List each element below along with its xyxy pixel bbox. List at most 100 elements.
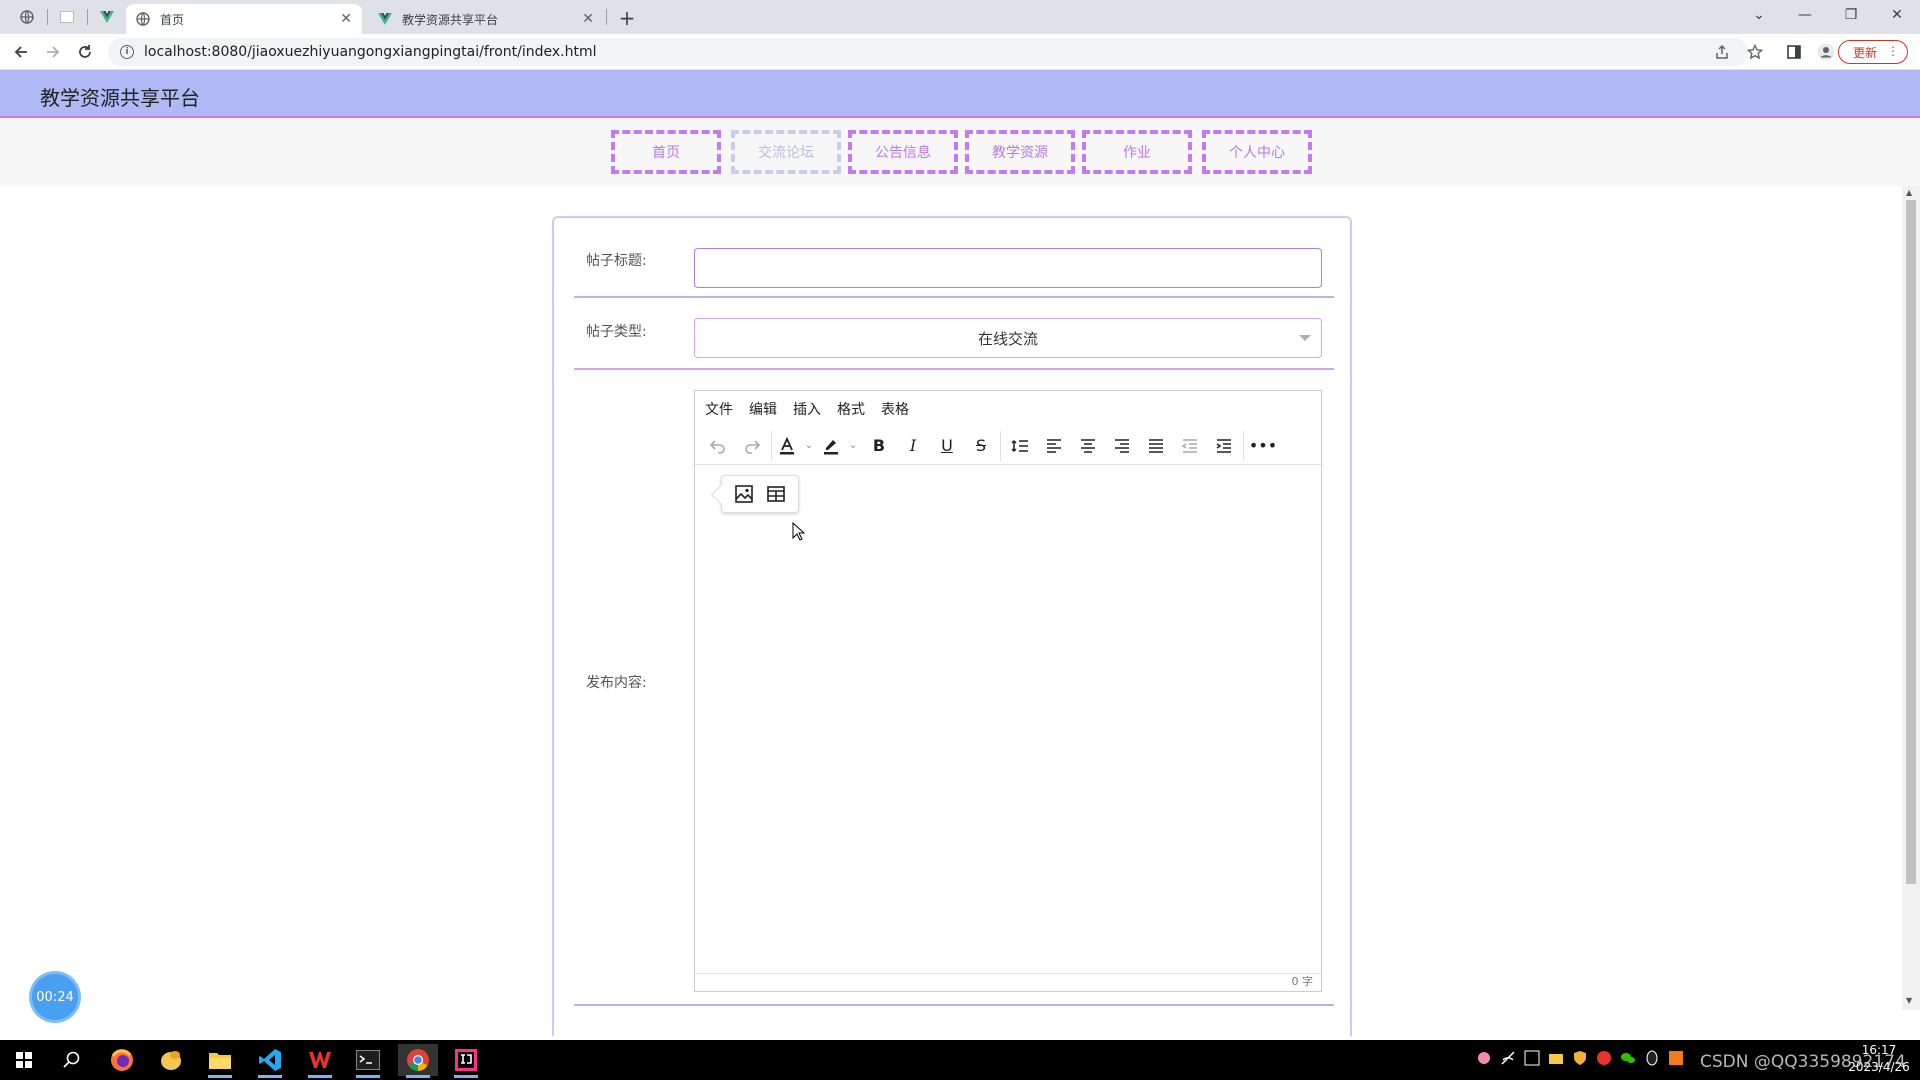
url-text: localhost:8080/jiaoxuezhiyuangongxiangpi… <box>144 44 597 60</box>
highlight-color-button[interactable] <box>818 431 844 461</box>
blank-page-icon <box>60 11 74 23</box>
chrome-icon <box>407 1049 429 1071</box>
tray-wechat-icon[interactable] <box>1620 1050 1636 1066</box>
type-select-value: 在线交流 <box>977 329 1038 348</box>
back-button[interactable] <box>8 39 34 65</box>
close-icon[interactable]: ✕ <box>340 11 352 27</box>
underline-button[interactable]: U <box>930 431 964 461</box>
bookmark-star-icon[interactable] <box>1745 42 1765 62</box>
quick-insert-popup <box>721 475 799 513</box>
nav-item-home[interactable]: 首页 <box>611 130 721 174</box>
scroll-down-icon[interactable]: ▼ <box>1906 996 1912 1005</box>
taskbar-file-explorer[interactable] <box>200 1044 240 1078</box>
line-height-button[interactable] <box>1003 431 1037 461</box>
tab-search-button[interactable]: ⌄ <box>1736 0 1782 30</box>
italic-button[interactable]: I <box>896 431 930 461</box>
title-input[interactable] <box>694 248 1322 288</box>
side-panel-icon[interactable] <box>1784 42 1804 62</box>
nav-item-announcements[interactable]: 公告信息 <box>848 130 958 174</box>
restore-button[interactable]: ❐ <box>1828 0 1874 30</box>
menu-format[interactable]: 格式 <box>837 399 865 419</box>
tray-flower-icon[interactable] <box>1476 1050 1492 1066</box>
taskbar-wps[interactable] <box>300 1044 340 1078</box>
chevron-down-icon[interactable]: ⌄ <box>844 431 862 461</box>
undo-icon <box>709 439 725 454</box>
tab-platform[interactable]: 教学资源共享平台 ✕ <box>368 4 604 34</box>
highlighter-icon <box>824 439 838 454</box>
tray-folder-icon[interactable] <box>1548 1050 1564 1066</box>
redo-button[interactable] <box>735 431 769 461</box>
reload-button[interactable] <box>72 39 98 65</box>
taskbar-firefox[interactable] <box>102 1044 142 1076</box>
align-center-button[interactable] <box>1071 431 1105 461</box>
page-scrollbar[interactable]: ▲ ▼ <box>1902 186 1920 1010</box>
menu-insert[interactable]: 插入 <box>793 399 821 419</box>
pinned-tab-blank[interactable] <box>50 4 84 30</box>
new-tab-button[interactable]: + <box>614 5 640 31</box>
nav-item-personal-center[interactable]: 个人中心 <box>1202 130 1312 174</box>
redo-icon <box>745 439 761 454</box>
italic-icon: I <box>909 436 917 455</box>
start-button[interactable] <box>4 1044 44 1076</box>
tray-orange-app-icon[interactable] <box>1668 1050 1684 1066</box>
pinned-tab-vue[interactable] <box>90 4 124 30</box>
nav-item-homework[interactable]: 作业 <box>1082 130 1192 174</box>
wps-icon <box>309 1052 331 1068</box>
minimize-button[interactable]: — <box>1782 0 1828 30</box>
caret-down-icon <box>1299 335 1311 341</box>
chevron-down-icon[interactable]: ⌄ <box>800 431 818 461</box>
menu-table[interactable]: 表格 <box>881 399 909 419</box>
taskbar-chrome[interactable] <box>398 1044 438 1078</box>
indent-button[interactable] <box>1207 431 1241 461</box>
nav-item-forum[interactable]: 交流论坛 <box>731 130 841 174</box>
strikethrough-button[interactable]: S <box>964 431 998 461</box>
profile-icon[interactable] <box>1816 42 1836 62</box>
text-color-button[interactable] <box>774 431 800 461</box>
taskbar-app-yellow[interactable] <box>151 1044 191 1076</box>
url-input[interactable]: i localhost:8080/jiaoxuezhiyuangongxiang… <box>108 38 1748 66</box>
tray-intellij-icon[interactable] <box>1524 1050 1540 1066</box>
outdent-icon <box>1182 438 1197 453</box>
windows-logo-icon <box>16 1052 32 1068</box>
search-button[interactable] <box>52 1044 92 1076</box>
type-label: 帖子类型: <box>586 324 647 340</box>
recording-timer[interactable]: 00:24 <box>32 974 78 1020</box>
taskbar-vscode[interactable] <box>250 1044 290 1078</box>
tab-title: 教学资源共享平台 <box>402 12 499 27</box>
post-form: 帖子标题: 帖子类型: 在线交流 发布内容: 文件 编辑 插入 格式 表格 ⌄ <box>552 216 1352 1036</box>
close-window-button[interactable]: ✕ <box>1874 0 1920 30</box>
menu-file[interactable]: 文件 <box>705 399 733 419</box>
bold-button[interactable]: B <box>862 431 896 461</box>
share-icon[interactable] <box>1712 42 1732 62</box>
close-icon[interactable]: ✕ <box>582 11 594 27</box>
tray-qq-icon[interactable] <box>1644 1050 1660 1066</box>
taskbar-terminal[interactable] <box>348 1044 388 1078</box>
nav-item-resources[interactable]: 教学资源 <box>965 130 1075 174</box>
menu-edit[interactable]: 编辑 <box>749 399 777 419</box>
tray-shield-icon[interactable] <box>1572 1050 1588 1066</box>
forward-button[interactable] <box>40 39 66 65</box>
align-justify-button[interactable] <box>1139 431 1173 461</box>
pinned-tab-globe[interactable] <box>10 4 44 30</box>
update-button[interactable]: 更新 ⋮ <box>1838 40 1908 64</box>
insert-image-button[interactable] <box>731 481 757 507</box>
scroll-up-icon[interactable]: ▲ <box>1906 188 1912 197</box>
more-toolbar-button[interactable]: ••• <box>1246 431 1280 461</box>
undo-button[interactable] <box>701 431 735 461</box>
taskbar-intellij[interactable] <box>446 1044 486 1078</box>
globe-icon <box>136 12 150 26</box>
intellij-icon <box>455 1049 477 1071</box>
vscode-icon <box>259 1049 281 1071</box>
align-right-button[interactable] <box>1105 431 1139 461</box>
mouse-cursor-icon <box>792 522 806 541</box>
scrollbar-thumb[interactable] <box>1906 200 1916 884</box>
align-left-button[interactable] <box>1037 431 1071 461</box>
tray-red-app-icon[interactable] <box>1596 1050 1612 1066</box>
type-select[interactable]: 在线交流 <box>694 318 1322 358</box>
insert-table-button[interactable] <box>763 481 789 507</box>
rich-text-editor[interactable]: 文件 编辑 插入 格式 表格 ⌄ ⌄ B I U S ••• 0 字 <box>694 390 1322 992</box>
tray-network-off-icon[interactable] <box>1500 1050 1516 1066</box>
outdent-button[interactable] <box>1173 431 1207 461</box>
tab-home[interactable]: 首页 ✕ <box>126 4 362 34</box>
info-icon[interactable]: i <box>120 45 134 59</box>
